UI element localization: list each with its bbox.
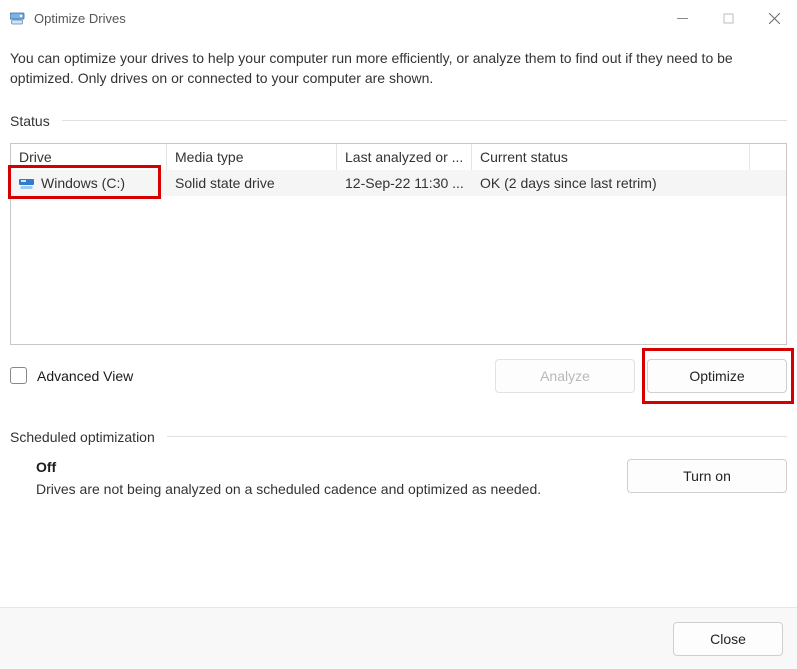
status-section-label: Status <box>10 113 787 129</box>
drive-current: OK (2 days since last retrim) <box>472 175 750 191</box>
drive-table-header: Drive Media type Last analyzed or ... Cu… <box>11 144 786 170</box>
minimize-button[interactable] <box>659 2 705 34</box>
close-window-button[interactable] <box>751 2 797 34</box>
optimize-button[interactable]: Optimize <box>647 359 787 393</box>
drive-name: Windows (C:) <box>41 175 125 191</box>
col-header-media[interactable]: Media type <box>167 144 337 170</box>
advanced-view-checkbox[interactable] <box>10 367 27 384</box>
window-title: Optimize Drives <box>34 11 126 26</box>
titlebar: Optimize Drives <box>0 0 797 36</box>
col-header-drive[interactable]: Drive <box>11 144 167 170</box>
drive-media: Solid state drive <box>167 175 337 191</box>
col-header-spacer <box>750 144 786 170</box>
scheduled-desc: Drives are not being analyzed on a sched… <box>36 481 607 497</box>
scheduled-section-label: Scheduled optimization <box>10 429 787 445</box>
scheduled-state: Off <box>36 459 607 475</box>
table-row[interactable]: Windows (C:) Solid state drive 12-Sep-22… <box>11 170 786 196</box>
app-icon <box>10 10 26 26</box>
advanced-view-label[interactable]: Advanced View <box>37 368 133 384</box>
turn-on-button[interactable]: Turn on <box>627 459 787 493</box>
close-button[interactable]: Close <box>673 622 783 656</box>
drive-icon <box>19 176 35 190</box>
drive-table[interactable]: Drive Media type Last analyzed or ... Cu… <box>10 143 787 345</box>
col-header-current[interactable]: Current status <box>472 144 750 170</box>
analyze-button[interactable]: Analyze <box>495 359 635 393</box>
intro-text: You can optimize your drives to help you… <box>10 48 787 89</box>
drive-last: 12-Sep-22 11:30 ... <box>337 175 472 191</box>
col-header-last[interactable]: Last analyzed or ... <box>337 144 472 170</box>
maximize-button[interactable] <box>705 2 751 34</box>
